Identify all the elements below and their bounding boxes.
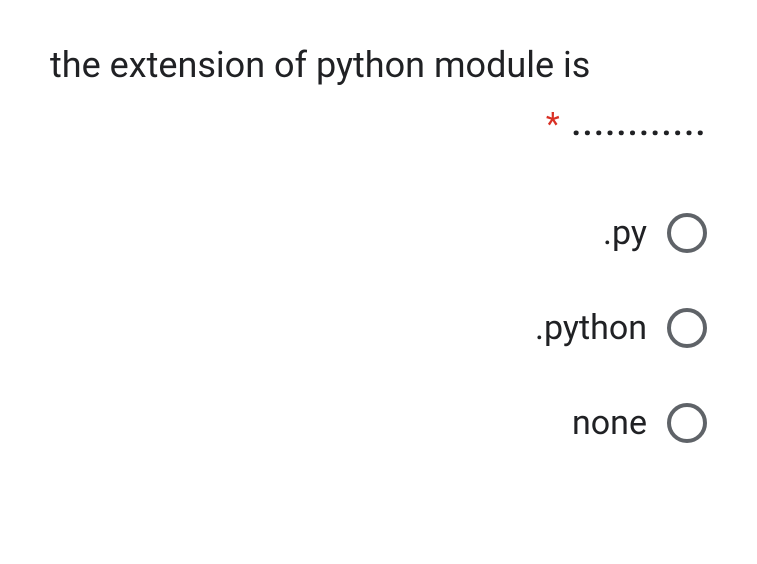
- option-row[interactable]: .python: [50, 308, 707, 348]
- required-row: * ............: [50, 105, 707, 143]
- option-row[interactable]: none: [50, 403, 707, 443]
- radio-button-python[interactable]: [667, 308, 707, 348]
- radio-button-py[interactable]: [667, 213, 707, 253]
- option-row[interactable]: .py: [50, 213, 707, 253]
- question-container: the extension of python module is * ....…: [50, 40, 707, 143]
- radio-button-none[interactable]: [667, 403, 707, 443]
- blank-line: ............: [572, 105, 707, 143]
- options-container: .py .python none: [50, 213, 707, 443]
- option-label: .py: [603, 213, 647, 253]
- required-asterisk: *: [546, 105, 560, 143]
- question-text: the extension of python module is: [50, 40, 707, 90]
- option-label: .python: [535, 308, 647, 348]
- option-label: none: [572, 403, 647, 443]
